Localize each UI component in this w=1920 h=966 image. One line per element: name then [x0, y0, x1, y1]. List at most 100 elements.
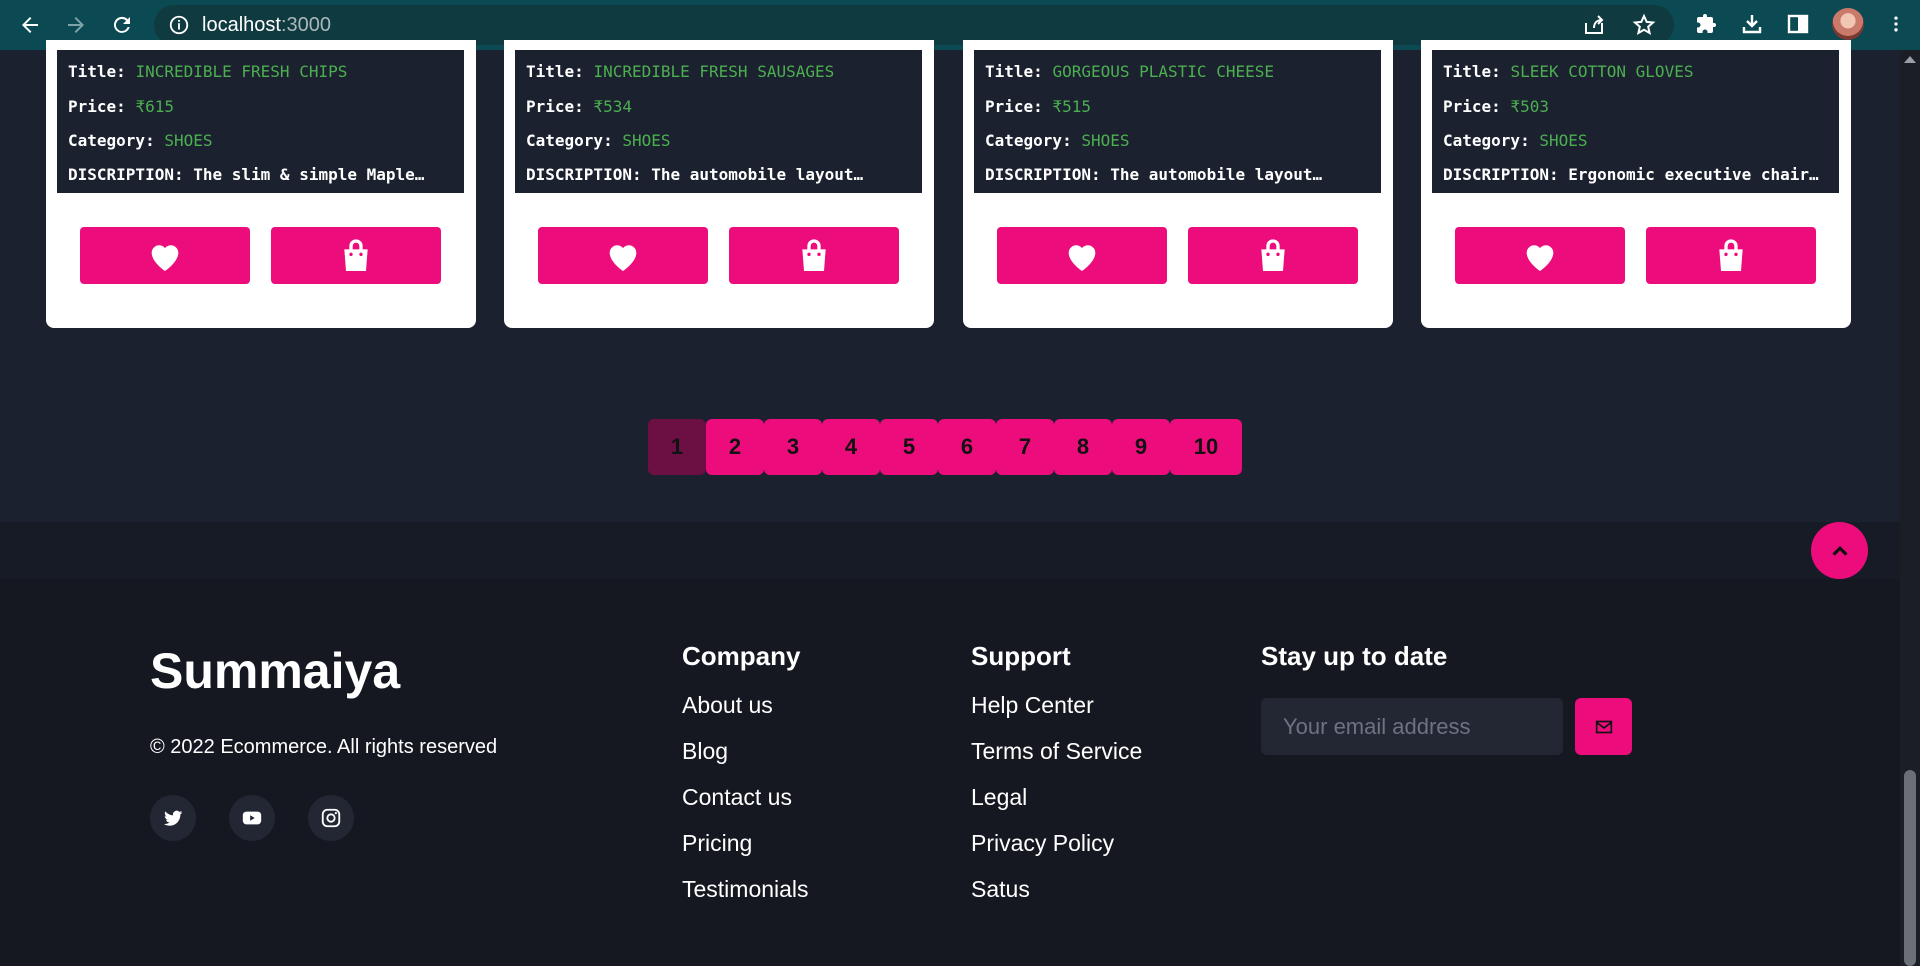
shopping-bag-icon — [1261, 238, 1285, 271]
heart-icon — [1526, 244, 1554, 271]
add-to-cart-button[interactable] — [1646, 227, 1816, 284]
footer-link-help-center[interactable]: Help Center — [971, 690, 1142, 736]
product-title-line: Title: INCREDIBLE FRESH CHIPS — [68, 62, 347, 81]
page-button-1[interactable]: 1 — [648, 419, 706, 475]
title-label: Title: — [526, 62, 584, 81]
product-price: ₹503 — [1510, 97, 1549, 116]
profile-avatar[interactable] — [1832, 8, 1864, 40]
twitter-link[interactable] — [150, 795, 196, 841]
page-button-2[interactable]: 2 — [706, 419, 764, 475]
heart-icon — [609, 244, 637, 271]
wishlist-button[interactable] — [1455, 227, 1625, 284]
scroll-up-arrow-icon[interactable] — [1904, 56, 1916, 63]
product-description-line: DISCRIPTION: The automobile layout… — [526, 165, 863, 184]
footer-brand[interactable]: Summaiya — [150, 642, 400, 700]
product-title: SLEEK COTTON GLOVES — [1510, 62, 1694, 81]
product-info: Title: INCREDIBLE FRESH CHIPS Price: ₹61… — [57, 50, 464, 193]
reload-icon — [113, 16, 130, 33]
url-host: localhost — [202, 13, 281, 36]
product-price-line: Price: ₹515 — [985, 97, 1091, 116]
product-price-line: Price: ₹503 — [1443, 97, 1549, 116]
description-label: DISCRIPTION: — [526, 165, 642, 184]
shopping-bag-icon — [344, 238, 368, 271]
share-icon[interactable] — [1582, 13, 1606, 37]
wishlist-button[interactable] — [538, 227, 708, 284]
footer-link-testimonials[interactable]: Testimonials — [682, 874, 809, 920]
footer-link-privacy[interactable]: Privacy Policy — [971, 828, 1142, 874]
email-input[interactable] — [1261, 698, 1563, 755]
product-category: SHOES — [164, 131, 213, 150]
product-info: Title: SLEEK COTTON GLOVES Price: ₹503 C… — [1432, 50, 1839, 193]
page-button-9[interactable]: 9 — [1112, 419, 1170, 475]
footer-link-about-us[interactable]: About us — [682, 690, 809, 736]
add-to-cart-button[interactable] — [271, 227, 441, 284]
product-title-line: Title: INCREDIBLE FRESH SAUSAGES — [526, 62, 834, 81]
product-description-line: DISCRIPTION: The slim & simple Maple… — [68, 165, 424, 184]
product-description: Ergonomic executive chair… — [1568, 165, 1819, 184]
add-to-cart-button[interactable] — [729, 227, 899, 284]
product-info: Title: INCREDIBLE FRESH SAUSAGES Price: … — [515, 50, 922, 193]
product-grid: Title: INCREDIBLE FRESH CHIPS Price: ₹61… — [0, 40, 1900, 328]
product-title: INCREDIBLE FRESH CHIPS — [135, 62, 348, 81]
page-button-8[interactable]: 8 — [1054, 419, 1112, 475]
page-button-7[interactable]: 7 — [996, 419, 1054, 475]
star-icon[interactable] — [1632, 13, 1656, 37]
download-icon[interactable] — [1740, 12, 1764, 36]
support-heading: Support — [971, 641, 1071, 671]
product-category: SHOES — [1081, 131, 1130, 150]
support-column: Support Help Center Terms of Service Leg… — [971, 641, 1142, 920]
footer-link-pricing[interactable]: Pricing — [682, 828, 809, 874]
subscribe-button[interactable] — [1575, 698, 1632, 755]
title-label: Title: — [985, 62, 1043, 81]
footer-link-contact-us[interactable]: Contact us — [682, 782, 809, 828]
scrollbar-thumb[interactable] — [1904, 770, 1916, 966]
address-bar[interactable]: localhost:3000 — [154, 5, 1674, 45]
product-price: ₹515 — [1052, 97, 1091, 116]
copyright-text: © 2022 Ecommerce. All rights reserved — [150, 736, 498, 758]
footer-link-blog[interactable]: Blog — [682, 736, 809, 782]
title-label: Title: — [68, 62, 126, 81]
youtube-link[interactable] — [229, 795, 275, 841]
add-to-cart-button[interactable] — [1188, 227, 1358, 284]
price-label: Price: — [1443, 97, 1501, 116]
newsletter-heading: Stay up to date — [1261, 641, 1448, 671]
product-price-line: Price: ₹534 — [526, 97, 632, 116]
product-category-line: Category: SHOES — [985, 131, 1130, 150]
twitter-icon — [163, 810, 183, 826]
product-price-line: Price: ₹615 — [68, 97, 174, 116]
page-button-6[interactable]: 6 — [938, 419, 996, 475]
pagination: 1 2 3 4 5 6 7 8 9 10 — [648, 419, 1242, 475]
shopping-bag-icon — [1719, 238, 1743, 271]
page-button-4[interactable]: 4 — [822, 419, 880, 475]
footer: Summaiya © 2022 Ecommerce. All rights re… — [0, 579, 1900, 966]
page-scrollbar[interactable] — [1900, 50, 1920, 966]
description-label: DISCRIPTION: — [985, 165, 1101, 184]
extensions-icon[interactable] — [1694, 12, 1718, 36]
menu-icon[interactable] — [1886, 12, 1906, 36]
send-mail-icon — [1595, 720, 1612, 733]
page-button-5[interactable]: 5 — [880, 419, 938, 475]
product-card: Title: INCREDIBLE FRESH CHIPS Price: ₹61… — [46, 40, 476, 328]
footer-link-terms[interactable]: Terms of Service — [971, 736, 1142, 782]
footer-link-status[interactable]: Satus — [971, 874, 1142, 920]
product-price: ₹615 — [135, 97, 174, 116]
sidepanel-icon[interactable] — [1786, 12, 1810, 36]
wishlist-button[interactable] — [997, 227, 1167, 284]
description-label: DISCRIPTION: — [68, 165, 184, 184]
price-label: Price: — [526, 97, 584, 116]
info-icon[interactable] — [168, 14, 190, 36]
product-description-line: DISCRIPTION: Ergonomic executive chair… — [1443, 165, 1819, 184]
product-category-line: Category: SHOES — [68, 131, 213, 150]
scroll-to-top-button[interactable] — [1811, 522, 1868, 579]
url-port: :3000 — [280, 13, 331, 36]
category-label: Category: — [1443, 131, 1530, 150]
product-category: SHOES — [622, 131, 671, 150]
instagram-link[interactable] — [308, 795, 354, 841]
page-button-10[interactable]: 10 — [1170, 419, 1242, 475]
wishlist-button[interactable] — [80, 227, 250, 284]
description-label: DISCRIPTION: — [1443, 165, 1559, 184]
page-button-3[interactable]: 3 — [764, 419, 822, 475]
footer-link-legal[interactable]: Legal — [971, 782, 1142, 828]
product-description-line: DISCRIPTION: The automobile layout… — [985, 165, 1322, 184]
product-category-line: Category: SHOES — [526, 131, 671, 150]
